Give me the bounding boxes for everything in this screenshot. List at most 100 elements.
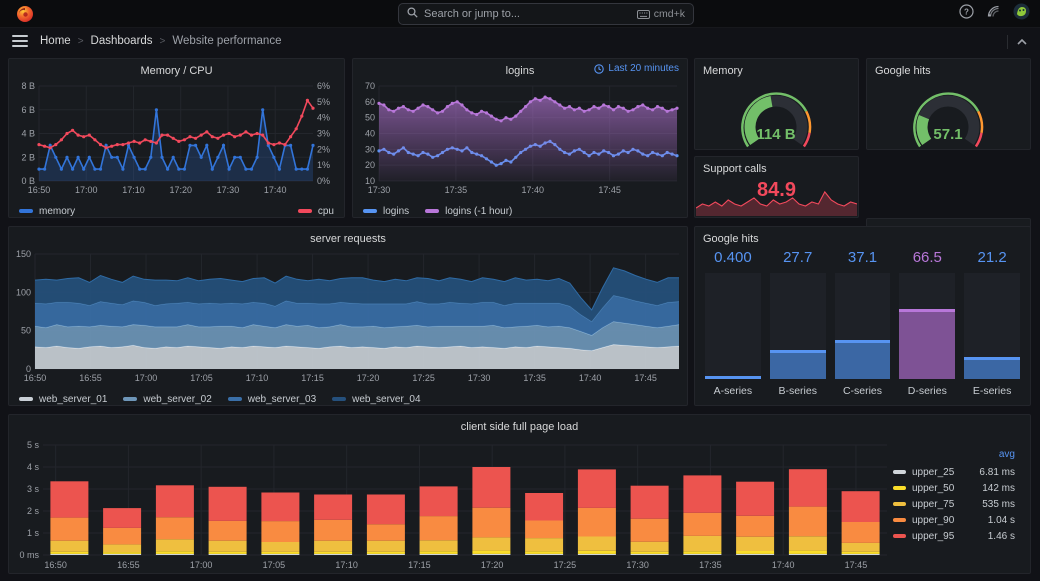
svg-text:17:35: 17:35 <box>445 185 468 195</box>
panel-memory-cpu: Memory / CPU 0 B2 B4 B6 B8 B 0% 1% 2% 3% 4% 5%… <box>8 58 345 218</box>
svg-text:17:10: 17:10 <box>246 373 269 383</box>
svg-text:17:15: 17:15 <box>301 373 324 383</box>
svg-text:0 ms: 0 ms <box>19 550 39 560</box>
legend-swatch <box>332 397 347 401</box>
support-calls-stat[interactable]: 84.9 <box>695 177 858 217</box>
legend-item[interactable]: upper_25 6.81 ms <box>893 464 1015 480</box>
svg-text:17:10: 17:10 <box>122 185 145 195</box>
grafana-logo-icon[interactable] <box>16 5 34 23</box>
svg-text:17:20: 17:20 <box>169 185 192 195</box>
panel-title[interactable]: server requests <box>9 227 687 247</box>
legend-swatch <box>363 209 377 213</box>
legend-item[interactable]: logins <box>363 206 409 217</box>
legend-item[interactable]: upper_90 1.04 s <box>893 512 1015 528</box>
panel-title[interactable]: Google hits <box>695 227 1030 247</box>
breadcrumb-separator: > <box>159 35 166 47</box>
panel-client-load: client side full page load 0 ms 1 s 2 s 3 s… <box>8 414 1031 574</box>
google-hits-bar-gauge[interactable]: 0.400 A-series 27.7 B-series 37.1 C-series 66.… <box>695 247 1030 403</box>
svg-text:4%: 4% <box>317 113 330 123</box>
panel-title[interactable]: Memory / CPU <box>9 59 344 79</box>
legend-swatch <box>19 209 33 213</box>
logins-chart[interactable]: 10 20 30 40 50 60 70 17:30 17:35 17:40 17:45 <box>353 79 687 201</box>
svg-text:?: ? <box>964 7 969 16</box>
help-icon[interactable]: ? <box>959 4 974 24</box>
chevron-up-icon[interactable] <box>1016 33 1028 51</box>
server-requests-chart[interactable]: 0 50 100 150 16:50 16:55 17:00 17:05 17:10 17:15 1… <box>9 247 687 389</box>
panel-server-requests: server requests 0 50 100 150 16:50 16:55 17:00… <box>8 226 688 406</box>
legend-item[interactable]: logins (-1 hour) <box>425 206 512 217</box>
legend-item[interactable]: memory <box>19 206 75 217</box>
bar-gauge-label: C-series <box>842 385 883 397</box>
svg-text:2 B: 2 B <box>21 152 35 162</box>
top-navbar: Search or jump to... cmd+k ? <box>0 0 1040 28</box>
legend-item[interactable]: upper_50 142 ms <box>893 480 1015 496</box>
svg-text:100: 100 <box>16 287 31 297</box>
legend-item[interactable]: web_server_01 <box>19 394 107 405</box>
memory-gauge[interactable]: 114 B <box>695 79 858 149</box>
panel-title[interactable]: Memory <box>695 59 858 79</box>
breadcrumb-dashboards[interactable]: Dashboards <box>91 35 153 47</box>
bar-gauge-label: A-series <box>713 385 753 397</box>
svg-text:16:50: 16:50 <box>24 373 47 383</box>
memory-cpu-chart[interactable]: 0 B2 B4 B6 B8 B 0% 1% 2% 3% 4% 5% 6% 16:50 17:00 1… <box>9 79 344 201</box>
time-range-badge[interactable]: Last 20 minutes <box>594 63 679 74</box>
legend-item[interactable]: upper_95 1.46 s <box>893 528 1015 544</box>
menu-icon[interactable] <box>12 35 28 47</box>
panel-title[interactable]: client side full page load <box>9 415 1030 435</box>
legend-swatch <box>425 209 440 213</box>
bar-gauge-value: 37.1 <box>847 249 878 266</box>
svg-text:6%: 6% <box>317 81 330 91</box>
shortcut-badge: cmd+k <box>636 8 685 20</box>
svg-text:17:05: 17:05 <box>263 560 286 570</box>
news-icon[interactable] <box>986 4 1001 24</box>
svg-text:4 s: 4 s <box>27 462 40 472</box>
legend-swatch <box>123 397 138 401</box>
breadcrumb-separator: > <box>77 35 84 47</box>
google-hits-gauge[interactable]: 57.1 <box>867 79 1030 149</box>
svg-text:17:20: 17:20 <box>481 560 504 570</box>
avatar[interactable] <box>1013 3 1030 25</box>
legend-item[interactable]: upper_75 535 ms <box>893 496 1015 512</box>
legend-swatch <box>227 397 242 401</box>
legend-item[interactable]: cpu <box>297 206 334 217</box>
svg-text:57.1: 57.1 <box>933 126 962 143</box>
bar-gauge-column[interactable]: 21.2 E-series <box>964 249 1020 399</box>
svg-text:5 s: 5 s <box>27 440 40 450</box>
svg-text:17:45: 17:45 <box>634 373 657 383</box>
bar-gauge-bar <box>899 273 956 379</box>
panel-title[interactable]: logins Last 20 minutes <box>353 59 687 79</box>
bar-gauge-column[interactable]: 37.1 C-series <box>834 249 891 399</box>
breadcrumb-home[interactable]: Home <box>40 35 71 47</box>
legend-item[interactable]: web_server_03 <box>227 394 316 405</box>
svg-text:17:30: 17:30 <box>626 560 649 570</box>
legend-swatch <box>893 486 906 490</box>
svg-text:17:30: 17:30 <box>468 373 491 383</box>
bar-gauge-value: 66.5 <box>912 249 942 266</box>
svg-text:2 s: 2 s <box>27 506 40 516</box>
panel-google-gauge: Google hits 57.1 <box>866 58 1031 150</box>
search-placeholder: Search or jump to... <box>424 8 520 20</box>
panel-memory-gauge: Memory 114 B <box>694 58 859 150</box>
legend-swatch <box>893 534 906 538</box>
svg-text:150: 150 <box>16 249 31 259</box>
panel-title[interactable]: Support calls <box>695 157 858 177</box>
client-load-chart[interactable]: 0 ms 1 s 2 s 3 s 4 s 5 s 16:50 16:55 17:00 17:05 1… <box>9 435 893 576</box>
svg-text:17:30: 17:30 <box>217 185 240 195</box>
clock-icon <box>594 63 605 74</box>
svg-text:0%: 0% <box>317 176 330 186</box>
svg-text:50: 50 <box>365 113 375 123</box>
client-load-legend: avg upper_25 6.81 ms upper_50 142 ms upper_75… <box>893 435 1025 576</box>
legend-item[interactable]: web_server_04 <box>332 394 421 405</box>
svg-text:17:30: 17:30 <box>368 185 391 195</box>
bar-gauge-column[interactable]: 0.400 A-series <box>705 249 761 399</box>
bar-gauge-column[interactable]: 27.7 B-series <box>769 249 826 399</box>
svg-text:1%: 1% <box>317 160 330 170</box>
bar-gauge-column[interactable]: 66.5 D-series <box>899 249 956 399</box>
svg-text:16:55: 16:55 <box>79 373 102 383</box>
svg-text:17:00: 17:00 <box>75 185 98 195</box>
legend-item[interactable]: web_server_02 <box>123 394 212 405</box>
svg-text:17:10: 17:10 <box>335 560 358 570</box>
search-input[interactable]: Search or jump to... cmd+k <box>398 3 694 25</box>
panel-title[interactable]: Google hits <box>867 59 1030 79</box>
svg-text:16:50: 16:50 <box>44 560 67 570</box>
